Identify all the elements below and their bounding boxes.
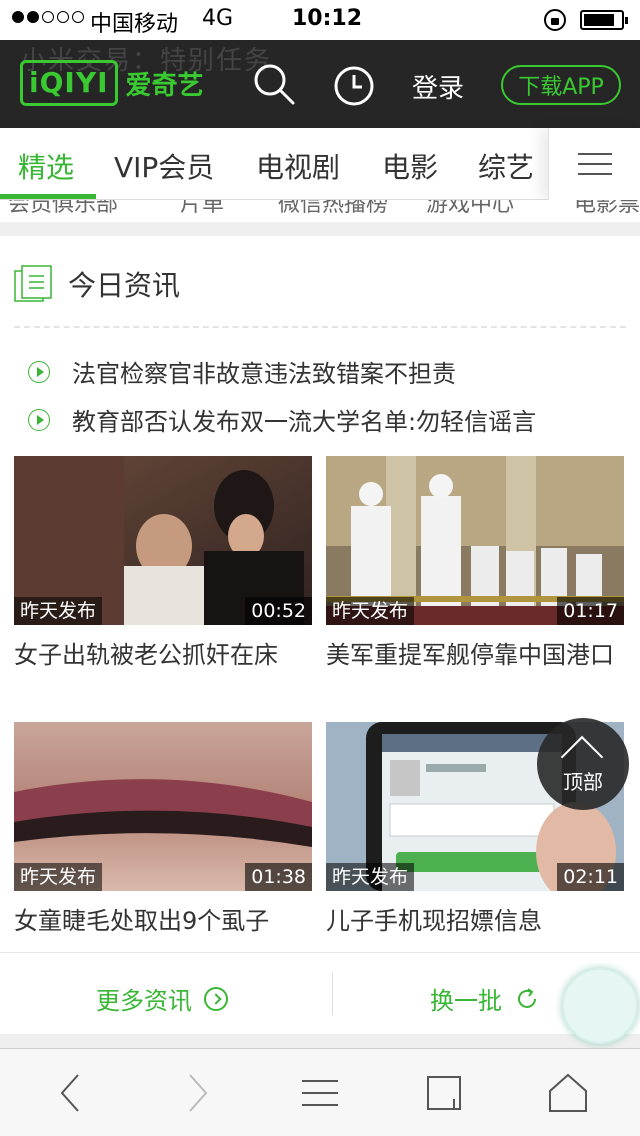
back-arrow-icon[interactable] — [50, 1071, 94, 1115]
chevron-right-circle-icon — [204, 986, 228, 1011]
headline-text: 教育部否认发布双一流大学名单:勿轻信谣言 — [72, 408, 537, 436]
play-icon — [28, 360, 50, 383]
subnav-item-movie-tickets[interactable]: 电影票 — [574, 200, 640, 218]
section-footer: 更多资讯 换一批 — [0, 952, 640, 1034]
sub-navigation: 会员俱乐部 片单 微信热播榜 游戏中心 电影票 — [0, 200, 640, 222]
channel-menu-icon[interactable] — [548, 128, 640, 200]
section-divider — [14, 326, 626, 328]
login-link[interactable]: 登录 — [412, 68, 464, 105]
video-thumbnail[interactable]: 昨天发布 00:52 — [14, 456, 312, 625]
tab-featured[interactable]: 精选 — [18, 146, 74, 186]
video-card[interactable]: 昨天发布 01:38 女童睫毛处取出9个虱子 — [14, 722, 312, 939]
video-title: 女子出轨被老公抓奸在床 — [14, 641, 278, 669]
more-news-button[interactable]: 更多资讯 — [96, 981, 228, 1016]
home-icon[interactable] — [546, 1071, 590, 1115]
more-news-label: 更多资讯 — [96, 987, 192, 1015]
headline-text: 法官检察官非故意违法致错案不担责 — [72, 360, 456, 388]
publish-badge: 昨天发布 — [14, 863, 103, 891]
channel-tabs: 精选 VIP会员 电视剧 电影 综艺 — [0, 128, 640, 200]
carrier-name: 中国移动 — [90, 12, 179, 37]
clock: 10:12 — [292, 6, 363, 31]
tab-movies[interactable]: 电影 — [382, 146, 438, 186]
headline-item[interactable]: 法官检察官非故意违法致错案不担责 — [28, 354, 456, 389]
refresh-batch-button[interactable]: 换一批 — [430, 981, 540, 1016]
top-header: 小米交易：特别任务 iQIYI 爱奇艺 登录 下载APP — [0, 40, 640, 128]
logo-cn-text: 爱奇艺 — [125, 70, 204, 101]
tab-tv-series[interactable]: 电视剧 — [256, 146, 340, 186]
section-title: 今日资讯 — [68, 269, 181, 302]
video-thumbnail[interactable]: 昨天发布 01:17 — [326, 456, 624, 625]
subnav-item-playlist[interactable]: 片单 — [180, 200, 224, 218]
video-duration: 02:11 — [557, 863, 624, 891]
refresh-icon — [518, 987, 536, 1008]
rotation-lock-icon — [544, 9, 566, 31]
page: 中国移动 4G 10:12 小米交易：特别任务 iQIYI 爱奇艺 登录 下载A… — [0, 0, 640, 1136]
tab-variety[interactable]: 综艺 — [478, 146, 534, 186]
headline-item[interactable]: 教育部否认发布双一流大学名单:勿轻信谣言 — [28, 402, 536, 437]
status-bar: 中国移动 4G 10:12 — [0, 0, 640, 40]
video-title: 儿子手机现招嫖信息 — [326, 907, 542, 935]
active-tab-indicator — [0, 194, 96, 199]
footer-divider — [332, 973, 333, 1015]
back-to-top-button[interactable]: 顶部 — [537, 718, 629, 810]
download-app-button[interactable]: 下载APP — [501, 65, 621, 105]
video-card[interactable]: 昨天发布 01:17 美军重提军舰停靠中国港口 — [326, 456, 624, 673]
signal-strength-icon — [12, 11, 84, 23]
video-thumbnail[interactable]: 昨天发布 01:38 — [14, 722, 312, 891]
video-title: 女童睫毛处取出9个虱子 — [14, 907, 270, 935]
history-clock-icon[interactable] — [333, 65, 375, 107]
news-section: 今日资讯 法官检察官非故意违法致错案不担责 教育部否认发布双一流大学名单:勿轻信… — [0, 236, 640, 1034]
publish-badge: 昨天发布 — [14, 597, 103, 625]
subnav-item-game-center[interactable]: 游戏中心 — [426, 200, 514, 218]
video-duration: 01:17 — [557, 597, 624, 625]
back-to-top-label: 顶部 — [563, 770, 603, 794]
publish-badge: 昨天发布 — [326, 597, 415, 625]
logo-mark: iQIYI — [20, 60, 118, 106]
publish-badge: 昨天发布 — [326, 863, 415, 891]
iqiyi-logo[interactable]: iQIYI 爱奇艺 — [20, 60, 204, 106]
subnav-item-vip-club[interactable]: 会员俱乐部 — [8, 200, 118, 218]
network-type: 4G — [202, 6, 234, 31]
video-card[interactable]: 昨天发布 00:52 女子出轨被老公抓奸在床 — [14, 456, 312, 673]
browser-toolbar — [0, 1048, 640, 1136]
search-icon[interactable] — [252, 62, 296, 106]
forward-arrow-icon[interactable] — [176, 1071, 220, 1115]
section-header: 今日资讯 — [14, 264, 180, 304]
tabs-window-icon[interactable] — [422, 1071, 466, 1115]
refresh-label: 换一批 — [430, 987, 502, 1015]
play-icon — [28, 408, 50, 431]
menu-icon[interactable] — [298, 1071, 342, 1115]
assistive-touch-bubble[interactable] — [562, 968, 638, 1044]
video-duration: 01:38 — [245, 863, 312, 891]
subnav-item-wechat-hot[interactable]: 微信热播榜 — [278, 200, 388, 218]
video-title: 美军重提军舰停靠中国港口 — [326, 641, 614, 669]
news-list-icon — [14, 265, 52, 302]
battery-icon — [580, 10, 628, 30]
tab-vip[interactable]: VIP会员 — [114, 146, 214, 186]
video-duration: 00:52 — [245, 597, 312, 625]
